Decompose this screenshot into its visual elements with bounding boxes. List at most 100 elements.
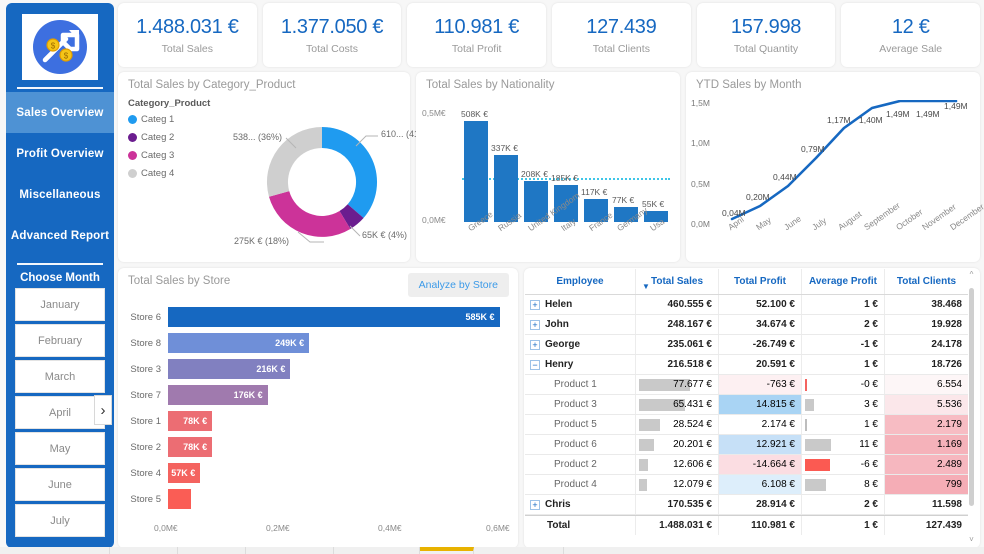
store-bar-8[interactable]: 249K €: [168, 333, 310, 353]
month-option-january[interactable]: January: [15, 288, 105, 321]
page-tab[interactable]: [334, 547, 420, 554]
table-row[interactable]: Product 1 77.677 € -763 € -0 € 6.554: [525, 375, 968, 395]
bar-value-united-kingdom: 208K €: [521, 169, 548, 179]
store-row-4[interactable]: Store 4 57K €: [128, 460, 508, 486]
legend-item-categ-4[interactable]: Categ 4: [128, 168, 210, 179]
store-row-6[interactable]: Store 6 585K €: [128, 304, 508, 330]
sort-descending-icon[interactable]: ▼: [642, 282, 650, 291]
point-label-october: 1,49M: [886, 109, 910, 119]
chevron-up-icon[interactable]: ^: [970, 270, 974, 279]
store-row-3[interactable]: Store 3 216K €: [128, 356, 508, 382]
expand-icon[interactable]: +: [530, 319, 540, 330]
kpi-card-total-profit[interactable]: 110.981 € Total Profit: [407, 3, 547, 67]
month-option-february[interactable]: February: [15, 324, 105, 357]
kpi-card-total-clients[interactable]: 127.439 Total Clients: [552, 3, 691, 67]
store-row-8[interactable]: Store 8 249K €: [128, 330, 508, 356]
employee-name: George: [545, 339, 581, 350]
store-label: Store 4: [130, 467, 161, 479]
y-axis-tick-1000k: 1,0M: [691, 138, 710, 148]
table-row[interactable]: + John 248.167 € 34.674 € 2 € 19.928: [525, 315, 968, 335]
column-header-total-profit[interactable]: Total Profit: [719, 269, 802, 294]
store-row-5[interactable]: Store 5: [128, 486, 508, 512]
kpi-card-total-quantity[interactable]: 157.998 Total Quantity: [696, 3, 836, 67]
month-option-march[interactable]: March: [15, 360, 105, 393]
legend-item-categ-2[interactable]: Categ 2: [128, 132, 210, 143]
table-row[interactable]: Product 2 12.606 € -14.664 € -6 € 2.489: [525, 455, 968, 475]
panel-title: Total Sales by Nationality: [426, 79, 555, 91]
table-row[interactable]: Product 6 20.201 € 12.921 € 11 € 1.169: [525, 435, 968, 455]
kpi-card-total-costs[interactable]: 1.377.050 € Total Costs: [262, 3, 402, 67]
table-total-row: Total 1.488.031 € 110.981 € 1 € 127.439: [525, 515, 968, 535]
chart-panel-ytd-sales-by-month[interactable]: YTD Sales by Month 1,5M 1,0M 0,5M 0,0M 0…: [686, 72, 984, 262]
svg-text:$: $: [64, 52, 69, 61]
store-row-7[interactable]: Store 7 176K €: [128, 382, 508, 408]
chart-panel-sales-by-store[interactable]: Total Sales by Store Analyze by Store St…: [118, 268, 518, 548]
donut-slice-categ-1: [322, 126, 378, 219]
page-tab[interactable]: [110, 547, 178, 554]
matrix-table-panel[interactable]: Employee ▼ Total Sales Total Profit Aver…: [524, 268, 980, 548]
chart-panel-sales-by-nationality[interactable]: Total Sales by Nationality 0,5M€ 0,0M€ 5…: [416, 72, 680, 262]
legend-item-categ-3[interactable]: Categ 3: [128, 150, 210, 161]
store-bar-6[interactable]: 585K €: [168, 307, 500, 327]
store-bar-7[interactable]: 176K €: [168, 385, 268, 405]
table-row[interactable]: Product 5 28.524 € 2.174 € 1 € 2.179: [525, 415, 968, 435]
kpi-card-total-sales[interactable]: 1.488.031 € Total Sales: [118, 3, 257, 67]
month-option-july[interactable]: July: [15, 504, 105, 537]
employee-name: Henry: [545, 359, 574, 370]
page-tab[interactable]: [564, 547, 984, 554]
chevron-right-icon[interactable]: ›: [94, 395, 112, 425]
sidebar-item-sales-overview[interactable]: Sales Overview: [6, 92, 114, 133]
month-option-may[interactable]: May: [15, 432, 105, 465]
month-option-june[interactable]: June: [15, 468, 105, 501]
bar-greece[interactable]: [464, 121, 488, 222]
store-bar-1[interactable]: 78K €: [168, 411, 213, 431]
sidebar-item-advanced-report[interactable]: Advanced Report: [6, 215, 114, 256]
collapse-icon[interactable]: −: [530, 359, 540, 370]
table-row[interactable]: + George 235.061 € -26.749 € -1 € 24.178: [525, 335, 968, 355]
expand-icon[interactable]: +: [530, 339, 540, 350]
page-tab-active[interactable]: [420, 547, 474, 554]
data-bar: [639, 439, 654, 451]
sidebar-item-miscellaneous[interactable]: Miscellaneous: [6, 174, 114, 215]
table-row[interactable]: Product 4 12.079 € 6.108 € 8 € 799: [525, 475, 968, 495]
bar-value-greece: 508K €: [461, 109, 488, 119]
chevron-down-icon[interactable]: ˅: [969, 535, 974, 544]
store-bar-3[interactable]: 216K €: [168, 359, 291, 379]
store-bar-4[interactable]: 57K €: [168, 463, 201, 483]
page-tab[interactable]: [246, 547, 334, 554]
table-scrollbar[interactable]: ^ ˅: [966, 270, 977, 544]
kpi-card-average-sale[interactable]: 12 € Average Sale: [841, 3, 981, 67]
page-tab[interactable]: [474, 547, 564, 554]
store-row-2[interactable]: Store 2 78K €: [128, 434, 508, 460]
legend-swatch-icon: [128, 169, 137, 178]
chart-panel-sales-by-category[interactable]: Total Sales by Category_Product Category…: [118, 72, 430, 262]
dashboard-root: $ $ Sales Overview Profit Overview Misce…: [0, 0, 984, 554]
page-tab[interactable]: [0, 547, 110, 554]
legend-item-categ-1[interactable]: Categ 1: [128, 114, 210, 125]
store-bar-2[interactable]: 78K €: [168, 437, 213, 457]
column-header-total-clients[interactable]: Total Clients: [885, 269, 968, 294]
table-row[interactable]: Product 3 65.431 € 14.815 € 3 € 5.536: [525, 395, 968, 415]
total-profit-value: 14.815 €: [756, 399, 795, 410]
employee-name: Chris: [545, 499, 571, 510]
column-label: Total Sales: [650, 276, 704, 287]
store-bar-5[interactable]: [168, 489, 192, 509]
page-tab[interactable]: [178, 547, 246, 554]
month-option-april[interactable]: April: [15, 396, 105, 429]
table-row[interactable]: − Henry 216.518 € 20.591 € 1 € 18.726: [525, 355, 968, 375]
scrollbar-thumb[interactable]: [969, 288, 974, 506]
column-header-employee[interactable]: Employee: [525, 269, 636, 294]
analyze-by-store-button[interactable]: Analyze by Store: [407, 273, 509, 297]
total-profit-value: 52.100 €: [756, 299, 795, 310]
column-header-total-sales[interactable]: ▼ Total Sales: [636, 269, 719, 294]
total-clients-value: 11.598: [931, 499, 962, 510]
store-row-1[interactable]: Store 1 78K €: [128, 408, 508, 434]
table-row[interactable]: + Helen 460.555 € 52.100 € 1 € 38.468: [525, 295, 968, 315]
column-header-average-profit[interactable]: Average Profit: [802, 269, 885, 294]
table-row[interactable]: + Chris 170.535 € 28.914 € 2 € 11.598: [525, 495, 968, 515]
total-profit-value: -763 €: [766, 379, 795, 390]
sidebar-item-profit-overview[interactable]: Profit Overview: [6, 133, 114, 174]
donut-chart[interactable]: 610... (41%) 538... (36%) 65K € (4%) 275…: [233, 100, 430, 258]
expand-icon[interactable]: +: [530, 299, 540, 310]
expand-icon[interactable]: +: [530, 499, 540, 510]
